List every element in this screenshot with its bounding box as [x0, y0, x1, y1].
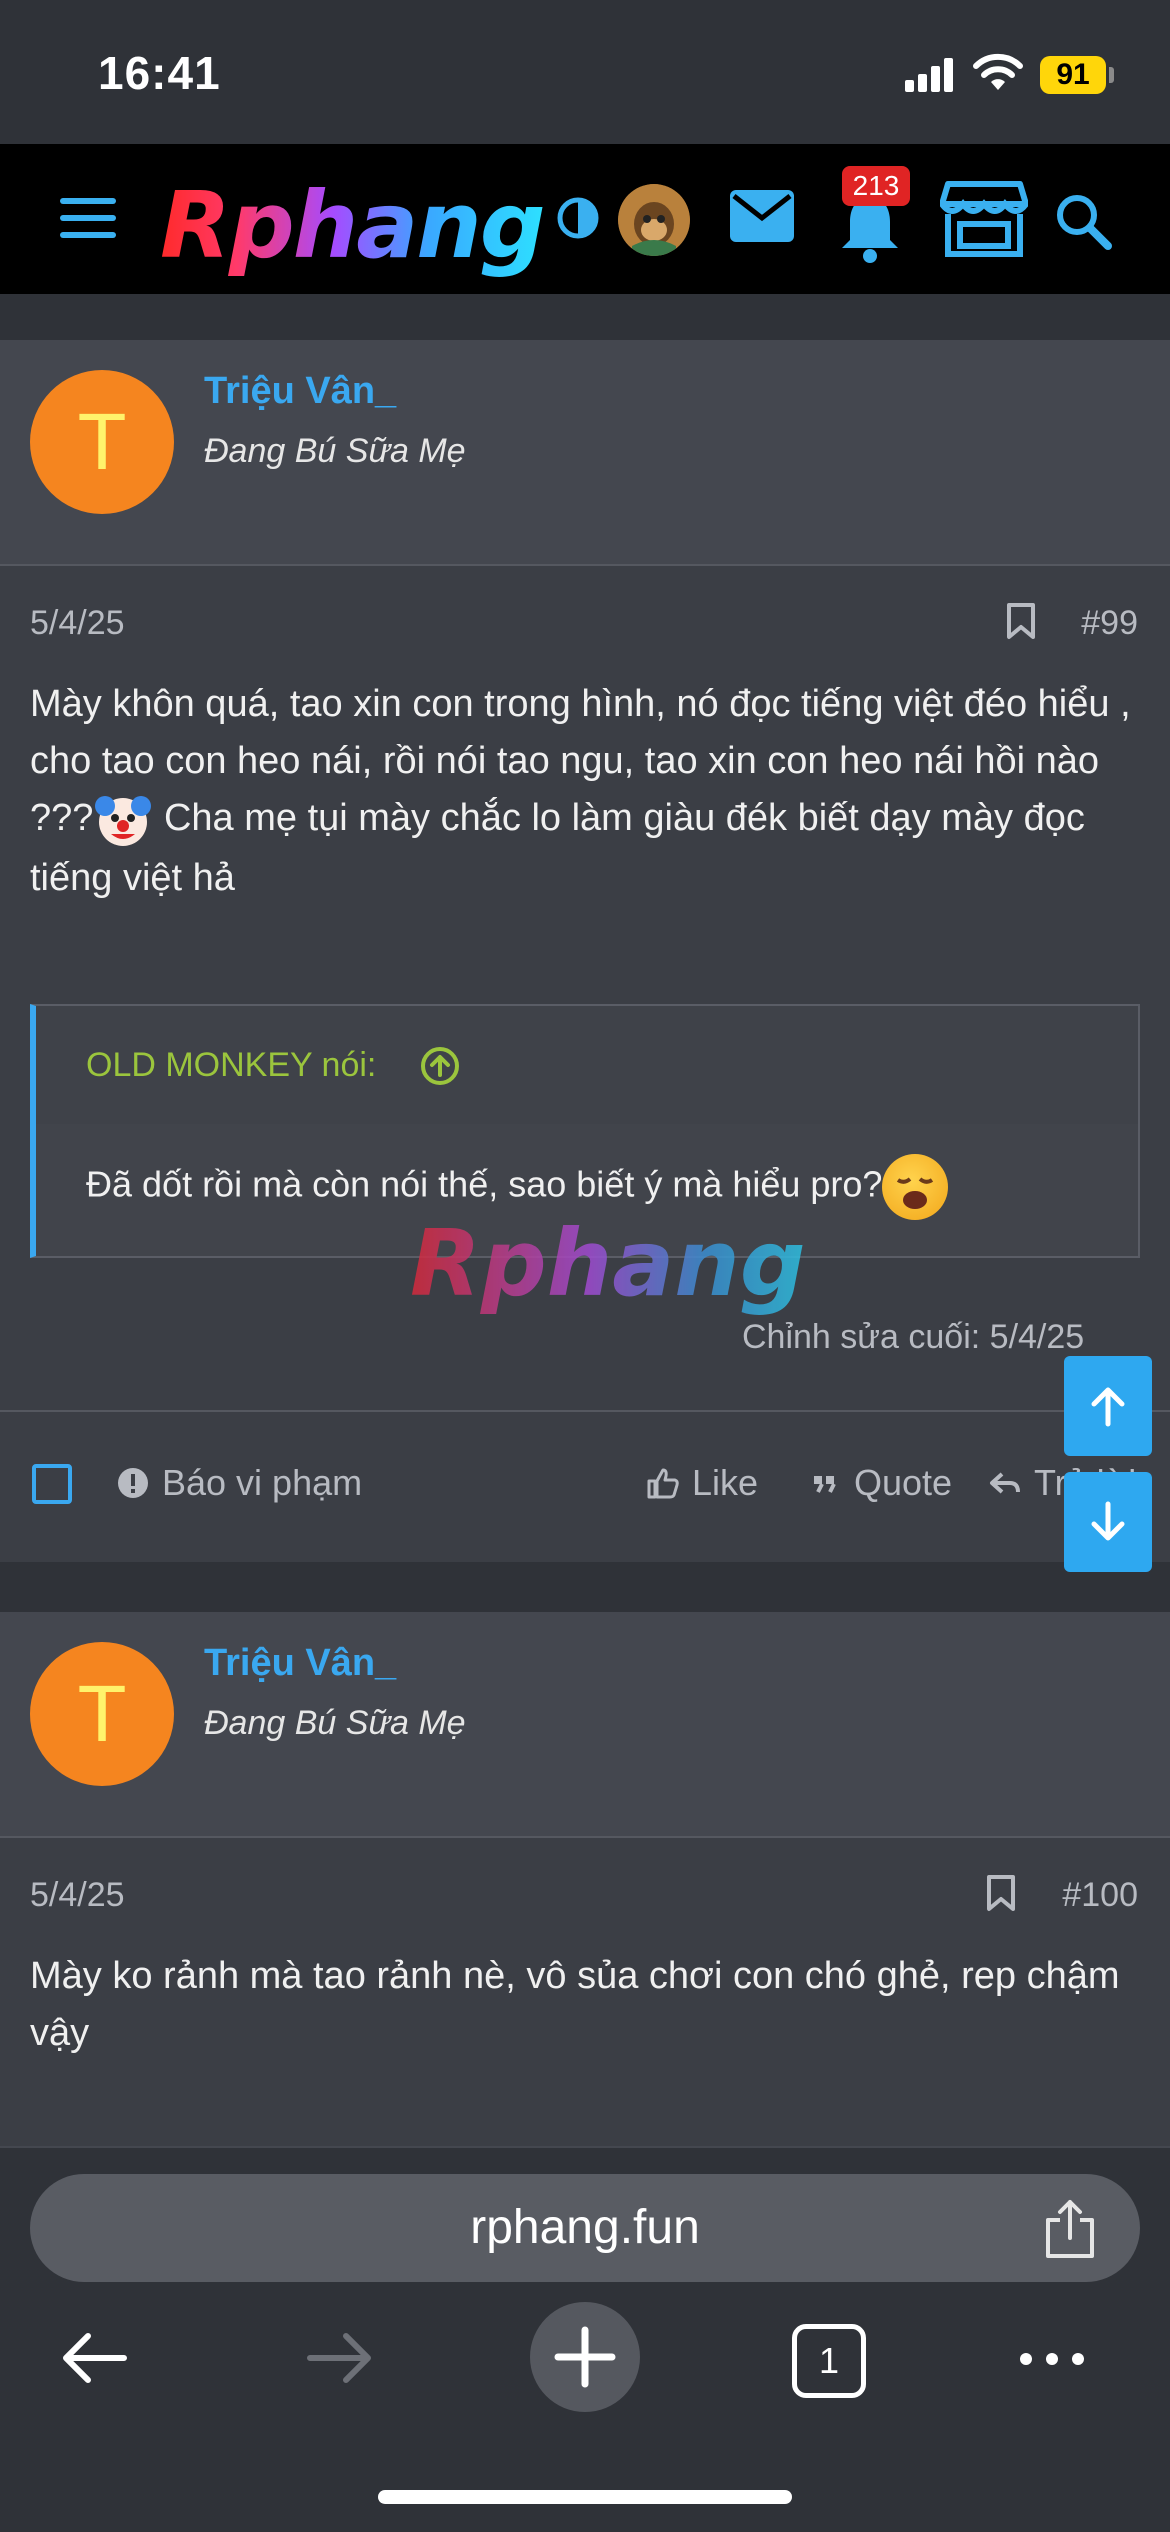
site-header: Rphang 213 — [0, 144, 1170, 294]
post-actions: Báo vi phạm Like Quote Trả lời — [0, 1410, 1170, 1560]
home-indicator[interactable] — [378, 2490, 792, 2504]
more-menu-icon[interactable] — [1016, 2344, 1088, 2374]
post-number[interactable]: #100 — [1062, 1876, 1138, 1915]
quote-label: Quote — [854, 1462, 953, 1503]
mail-icon[interactable] — [730, 190, 794, 242]
new-tab-button[interactable] — [530, 2302, 640, 2412]
post-header: T Triệu Vân_ Đang Bú Sữa Mẹ — [0, 340, 1170, 566]
clown-emoji-icon — [93, 790, 153, 850]
notification-count-badge: 213 — [842, 166, 910, 206]
theme-toggle-icon[interactable] — [556, 196, 600, 240]
avatar[interactable]: T — [30, 370, 174, 514]
arrow-up-icon — [1091, 1387, 1125, 1427]
quote-marks-icon — [814, 1476, 836, 1493]
thumbs-up-icon — [647, 1468, 679, 1499]
user-title: Đang Bú Sữa Mẹ — [204, 1704, 466, 1742]
wifi-icon — [973, 53, 1023, 90]
reply-arrow-icon — [990, 1472, 1020, 1494]
last-edited: Chỉnh sửa cuối: 5/4/25 — [742, 1318, 1085, 1356]
post-username[interactable]: Triệu Vân_ — [204, 1642, 396, 1685]
user-title: Đang Bú Sữa Mẹ — [204, 432, 466, 470]
post-message: Mày ko rảnh mà tao rảnh nè, vô sủa chơi … — [30, 1955, 1120, 2054]
arrow-up-circle-icon[interactable] — [420, 1046, 460, 1086]
site-logo[interactable]: Rphang — [160, 172, 546, 279]
address-bar[interactable]: rphang.fun — [30, 2174, 1140, 2282]
quote-button[interactable]: Quote — [808, 1462, 952, 1504]
url-text: rphang.fun — [470, 2201, 700, 2254]
share-icon[interactable] — [1042, 2198, 1098, 2260]
scroll-top-button[interactable] — [1064, 1356, 1152, 1456]
tab-switcher-button[interactable]: 1 — [792, 2324, 866, 2398]
scroll-bottom-button[interactable] — [1064, 1472, 1152, 1572]
back-arrow-icon[interactable] — [58, 2328, 130, 2388]
avatar[interactable]: T — [30, 1642, 174, 1786]
post-number[interactable]: #99 — [1081, 604, 1138, 643]
select-checkbox[interactable] — [32, 1464, 72, 1504]
post-date[interactable]: 5/4/25 — [30, 1876, 125, 1915]
post-date[interactable]: 5/4/25 — [30, 604, 125, 643]
battery-indicator: 91 — [1040, 56, 1106, 94]
arrow-down-icon — [1091, 1501, 1125, 1541]
browser-toolbar: rphang.fun 1 — [0, 2146, 1170, 2532]
hamburger-menu-icon[interactable] — [60, 198, 118, 238]
bookmark-icon[interactable] — [1006, 602, 1036, 640]
store-icon[interactable] — [940, 180, 1028, 258]
search-icon[interactable] — [1054, 192, 1112, 250]
status-bar: 16:41 91 — [0, 0, 1170, 144]
quote-author[interactable]: OLD MONKEY nói: — [86, 1046, 376, 1085]
post-100: T Triệu Vân_ Đang Bú Sữa Mẹ 5/4/25 #100 … — [0, 1612, 1170, 2146]
forward-arrow-icon[interactable] — [304, 2328, 376, 2388]
plus-icon — [554, 2326, 616, 2388]
like-button[interactable]: Like — [646, 1462, 758, 1504]
watermark-logo: Rphang — [410, 1210, 806, 1317]
cellular-signal-icon — [905, 58, 959, 92]
report-label: Báo vi phạm — [162, 1462, 363, 1503]
bookmark-icon[interactable] — [986, 1874, 1016, 1912]
quote-text-content: Đã dốt rồi mà còn nói thế, sao biết ý mà… — [86, 1163, 883, 1205]
post-99: T Triệu Vân_ Đang Bú Sữa Mẹ 5/4/25 #99 M… — [0, 340, 1170, 1562]
user-avatar[interactable] — [618, 184, 690, 256]
like-label: Like — [692, 1462, 759, 1503]
battery-tip — [1109, 67, 1114, 83]
post-message: Mày khôn quá, tao xin con trong hình, nó… — [30, 676, 1140, 907]
post-username[interactable]: Triệu Vân_ — [204, 370, 396, 413]
alert-circle-icon — [118, 1468, 148, 1498]
post-message-part: Cha mẹ tụi mày chắc lo làm giàu đék biết… — [30, 797, 1085, 899]
status-time: 16:41 — [98, 47, 221, 99]
post-header: T Triệu Vân_ Đang Bú Sữa Mẹ — [0, 1612, 1170, 1838]
quote-header: OLD MONKEY nói: — [36, 1006, 1138, 1124]
report-button[interactable]: Báo vi phạm — [116, 1462, 362, 1504]
weary-face-emoji-icon — [882, 1154, 949, 1220]
